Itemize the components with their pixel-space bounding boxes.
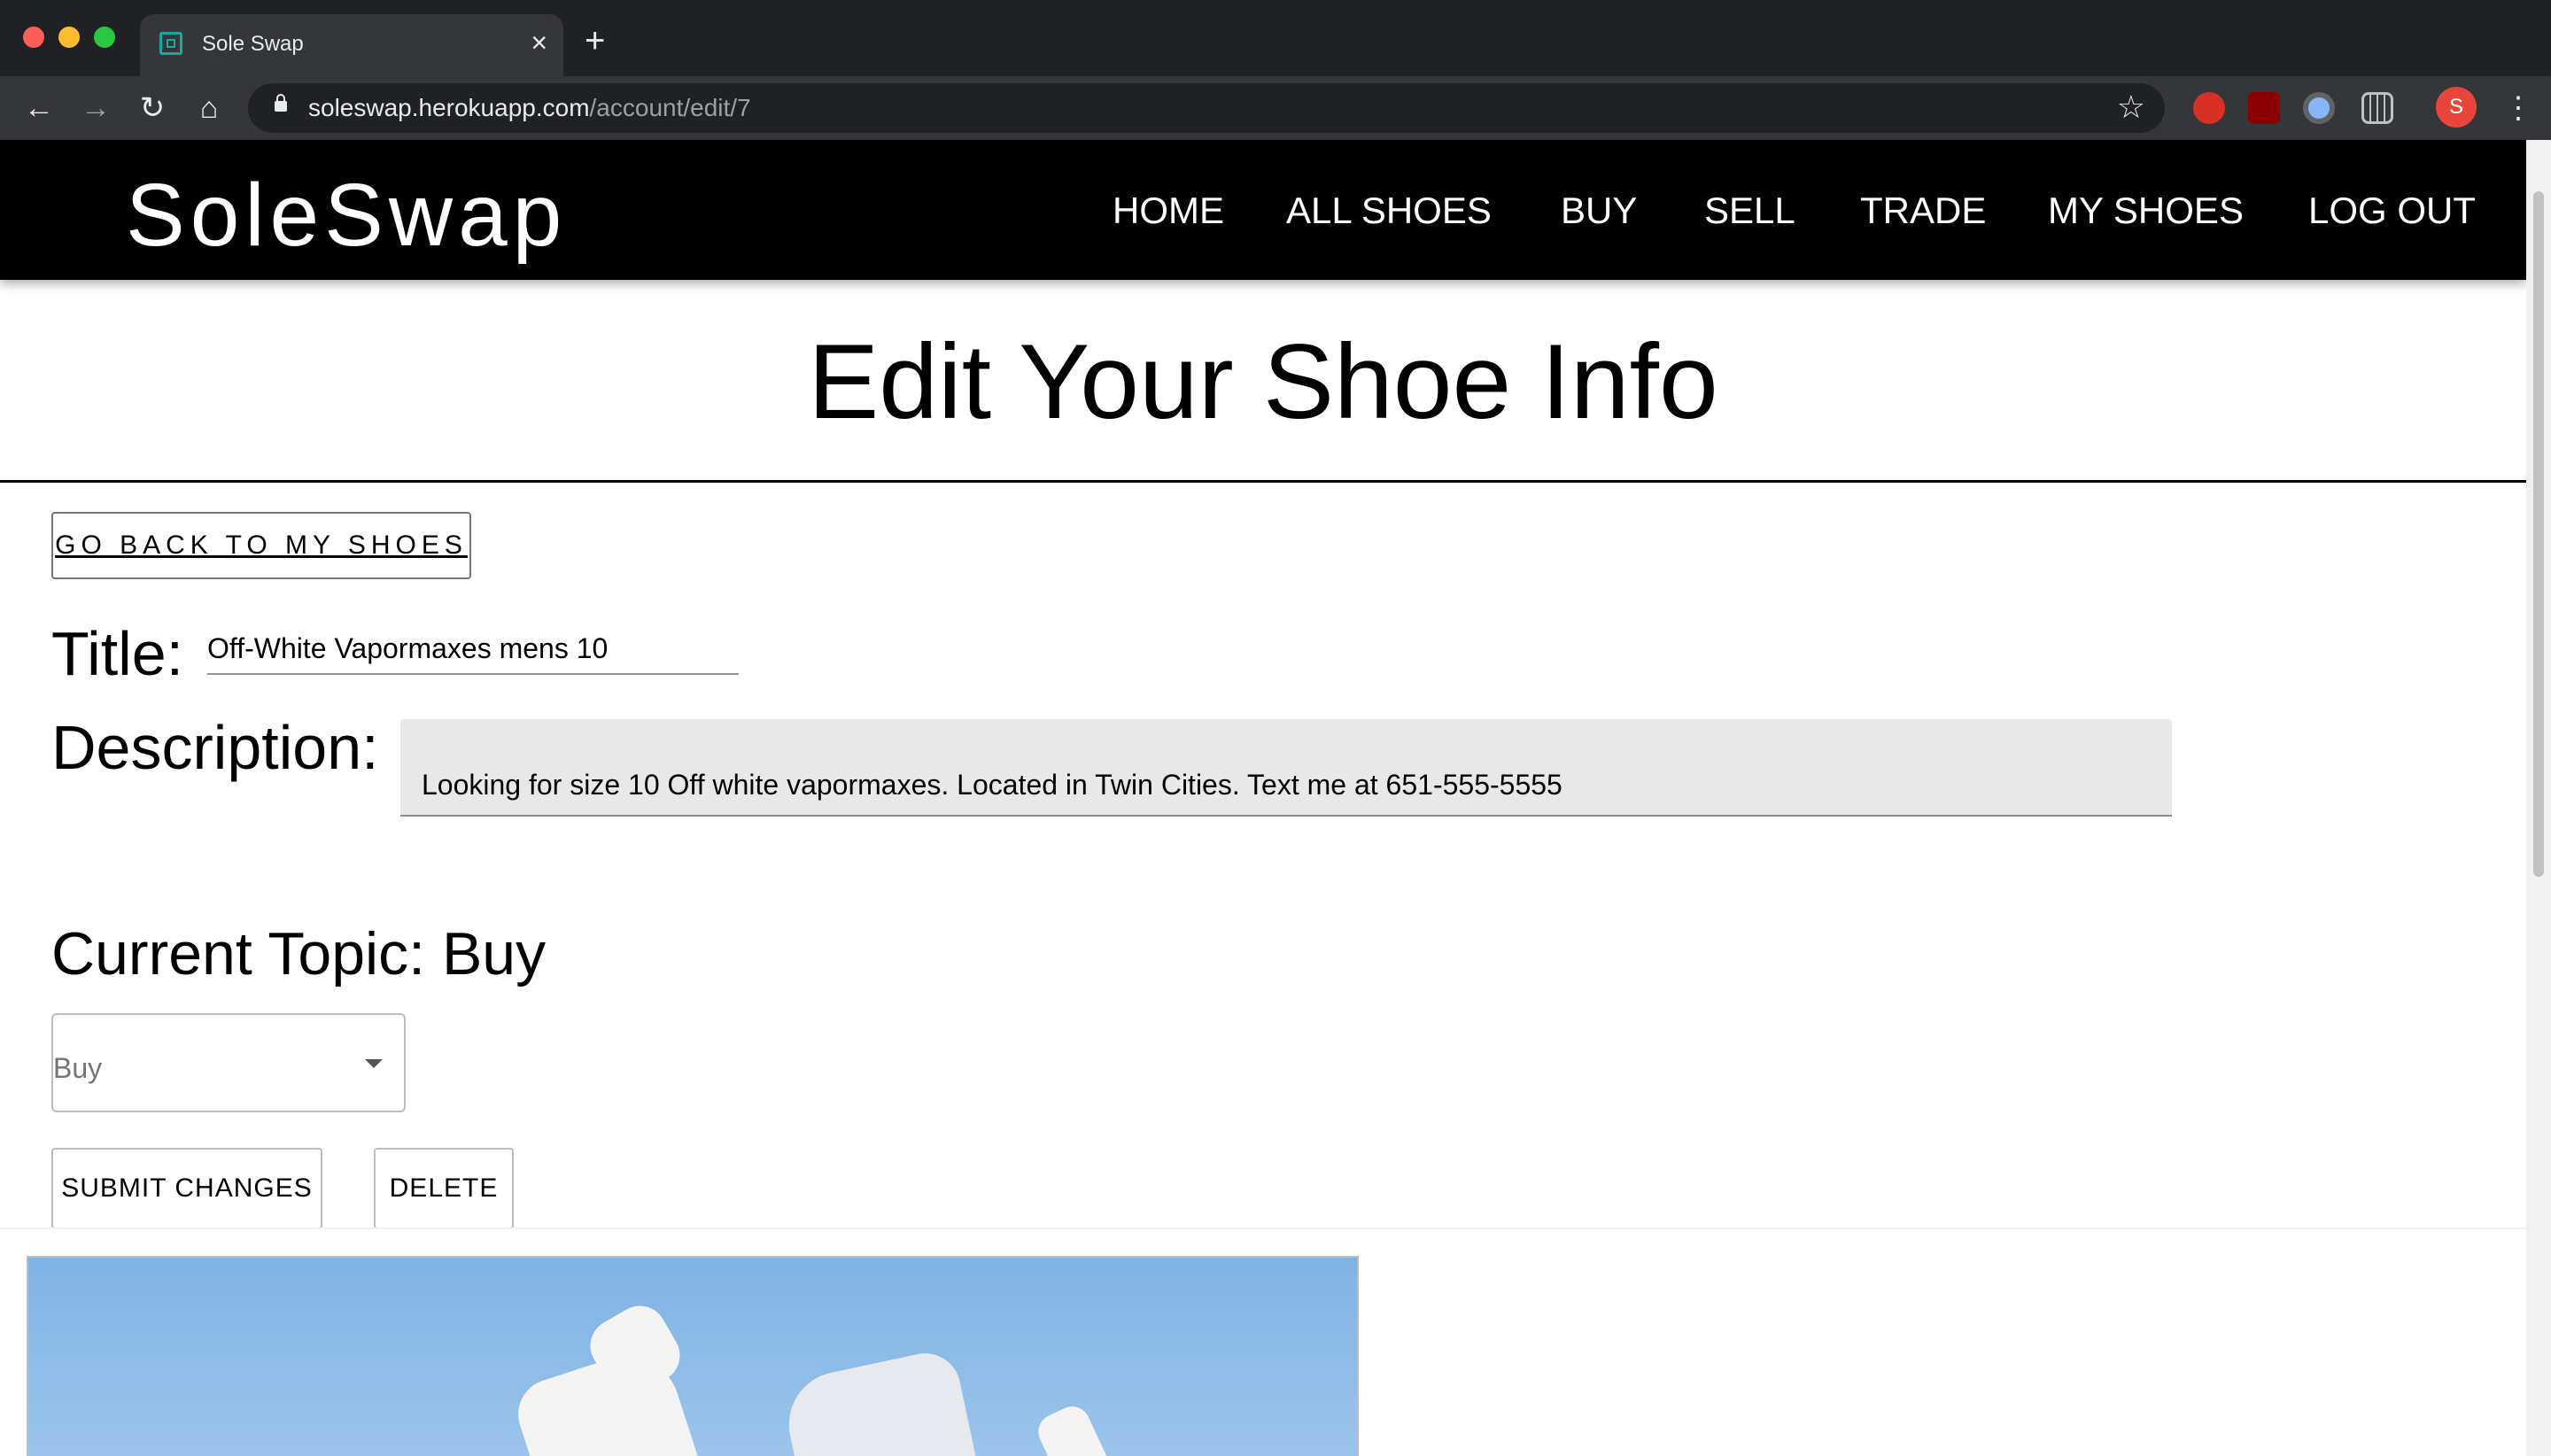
description-label: Description: (51, 713, 379, 782)
minimize-window-button[interactable] (58, 27, 80, 48)
shoe-image (27, 1256, 1359, 1456)
description-field[interactable]: Looking for size 10 Off white vapormaxes… (400, 719, 2172, 817)
nav-trade[interactable]: TRADE (1860, 190, 1986, 232)
lock-icon (275, 94, 287, 112)
nav-sell[interactable]: SELL (1704, 190, 1795, 232)
site-favicon-icon (159, 32, 182, 55)
delete-button[interactable]: DELETE (374, 1148, 514, 1229)
back-arrow-icon[interactable]: ← (19, 89, 58, 128)
back-to-my-shoes-button[interactable]: GO BACK TO MY SHOES (51, 512, 471, 579)
maximize-window-button[interactable] (94, 27, 115, 48)
address-bar[interactable]: soleswap.herokuapp.com/account/edit/7 ☆ (248, 83, 2165, 133)
bookmark-star-icon[interactable]: ☆ (2117, 89, 2145, 126)
profile-avatar[interactable]: S (2436, 87, 2477, 128)
topic-select[interactable]: Buy (51, 1013, 406, 1112)
section-divider (0, 1228, 2526, 1229)
nav-log-out[interactable]: LOG OUT (2308, 190, 2476, 232)
submit-changes-button[interactable]: SUBMIT CHANGES (51, 1148, 322, 1229)
ublock-extension-icon[interactable] (2248, 92, 2280, 124)
tab-title: Sole Swap (202, 32, 304, 56)
browser-tab[interactable]: Sole Swap × (140, 14, 563, 76)
title-input[interactable] (207, 623, 739, 675)
caret-down-icon (365, 1059, 383, 1068)
page-scrollbar[interactable] (2526, 140, 2551, 1456)
adblock-extension-icon[interactable] (2193, 92, 2225, 124)
shoe-right-shape (779, 1346, 979, 1456)
title-divider (0, 480, 2526, 483)
site-header: SoleSwap HOME ALL SHOES BUY SELL TRADE M… (0, 140, 2526, 280)
forward-arrow-icon[interactable]: → (76, 89, 115, 128)
close-tab-icon[interactable]: × (531, 27, 547, 58)
nav-my-shoes[interactable]: MY SHOES (2048, 190, 2244, 232)
browser-menu-icon[interactable]: ⋮ (2503, 89, 2533, 128)
nav-buy[interactable]: BUY (1561, 190, 1637, 232)
current-topic-heading: Current Topic: Buy (51, 920, 547, 987)
title-label: Title: (51, 619, 184, 688)
extension-grid-icon[interactable] (2361, 92, 2393, 124)
page-title: Edit Your Shoe Info (808, 322, 1718, 441)
site-logo[interactable]: SoleSwap (126, 165, 567, 267)
browser-toolbar: ← → ↻ ⌂ soleswap.herokuapp.com/account/e… (0, 76, 2551, 140)
extension-circle-icon[interactable] (2303, 92, 2335, 124)
home-icon[interactable]: ⌂ (190, 89, 229, 128)
nav-all-shoes[interactable]: ALL SHOES (1286, 190, 1492, 232)
nav-home[interactable]: HOME (1113, 190, 1224, 232)
page-viewport: SoleSwap HOME ALL SHOES BUY SELL TRADE M… (0, 140, 2526, 1456)
topic-select-value: Buy (53, 1052, 103, 1084)
reload-icon[interactable]: ↻ (133, 89, 172, 128)
new-tab-icon[interactable]: + (585, 23, 605, 58)
shoe-lace-shape (1032, 1400, 1115, 1456)
url-text: soleswap.herokuapp.com/account/edit/7 (308, 94, 751, 121)
scrollbar-thumb[interactable] (2533, 191, 2544, 877)
close-window-button[interactable] (23, 27, 44, 48)
browser-tab-bar: Sole Swap × + (0, 0, 2551, 76)
